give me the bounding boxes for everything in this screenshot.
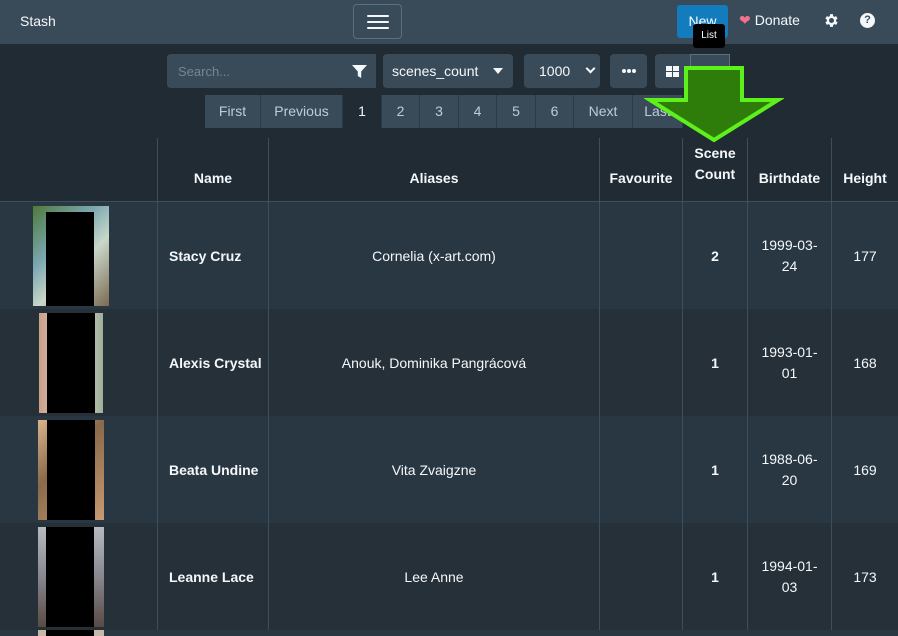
header-birthdate[interactable]: Birthdate [747,138,831,202]
aliases-cell: Cornelia (x-art.com) [268,202,599,309]
caret-down-icon [493,68,503,74]
table-row: Beata Undine Vita Zvaigzne 1 1988-06- 20 … [0,416,898,523]
performer-image[interactable] [38,420,104,520]
redaction-bar [46,630,94,636]
performer-name-link[interactable]: Leanne Lace [157,523,268,630]
header-scene-count[interactable]: Scene Count [682,138,747,202]
table-header: Name Aliases Favourite Scene Count Birth… [0,138,898,202]
header-scene-count-line1: Scene [694,144,736,161]
header-favourite[interactable]: Favourite [599,138,682,202]
performer-image[interactable] [33,206,109,306]
heart-icon: ❤ [739,12,751,28]
page-next-button[interactable]: Next [574,95,633,128]
birthdate-cell: 1999-03- 24 [747,202,831,309]
table-row [0,630,898,636]
favourite-cell [599,523,682,630]
header-height[interactable]: Height [831,138,898,202]
hamburger-icon[interactable] [353,4,402,39]
page-3-button[interactable]: 3 [420,95,459,128]
scene-count-cell[interactable]: 1 [682,523,747,630]
aliases-cell: Lee Anne [268,523,599,630]
performer-image[interactable] [38,630,104,636]
performer-image[interactable] [39,313,103,413]
tooltip: List [693,24,725,48]
page-first-button[interactable]: First [205,95,261,128]
header-aliases[interactable]: Aliases [268,138,599,202]
donate-button[interactable]: ❤ Donate [739,12,800,29]
page-4-button[interactable]: 4 [459,95,497,128]
scene-count-cell[interactable]: 1 [682,416,747,523]
height-cell: 168 [831,309,898,416]
sort-select[interactable]: scenes_count [383,54,513,88]
birthdate-cell: 1993-01- 01 [747,309,831,416]
page-previous-button[interactable]: Previous [261,95,343,128]
table-row: Leanne Lace Lee Anne 1 1994-01- 03 173 [0,523,898,630]
height-cell: 169 [831,416,898,523]
page-1-button[interactable]: 1 [343,95,382,128]
header-name[interactable]: Name [157,138,268,202]
redaction-bar [47,420,95,520]
per-page-value: 1000 [539,63,571,79]
redaction-bar [46,527,94,627]
birthdate-cell: 1988-06- 20 [747,416,831,523]
navbar: Stash New ❤ Donate ? [0,0,898,44]
down-arrow-overlay [644,66,784,143]
favourite-cell [599,416,682,523]
performer-name-link[interactable]: Stacy Cruz [157,202,268,309]
performer-image[interactable] [38,527,104,627]
height-cell: 173 [831,523,898,630]
sort-value: scenes_count [392,63,479,79]
help-icon[interactable]: ? [860,13,875,28]
header-scene-count-line2: Count [694,165,736,182]
performer-name-link[interactable]: Beata Undine [157,416,268,523]
filter-icon[interactable] [343,54,376,88]
search-box [167,54,376,88]
search-input[interactable] [167,54,337,88]
donate-label: Donate [754,12,800,28]
favourite-cell [599,309,682,416]
table-row: Stacy Cruz Cornelia (x-art.com) 2 1999-0… [0,202,898,309]
page-2-button[interactable]: 2 [382,95,420,128]
redaction-bar [47,313,95,413]
favourite-cell [599,202,682,309]
gear-icon[interactable] [823,12,840,29]
per-page-select[interactable]: 1000 [524,54,600,88]
chevron-down-icon [585,63,596,74]
pagination: First Previous 1 2 3 4 5 6 Next Last [205,95,683,128]
more-options-button[interactable] [610,54,647,88]
birthdate-cell: 1994-01- 03 [747,523,831,630]
redaction-bar [46,212,94,306]
aliases-cell: Anouk, Dominika Pangrácová [268,309,599,416]
page-6-button[interactable]: 6 [536,95,574,128]
aliases-cell: Vita Zvaigzne [268,416,599,523]
scene-count-cell[interactable]: 1 [682,309,747,416]
performer-name-link[interactable]: Alexis Crystal [157,309,268,416]
scene-count-cell[interactable]: 2 [682,202,747,309]
brand-link[interactable]: Stash [20,13,56,29]
table-row: Alexis Crystal Anouk, Dominika Pangrácov… [0,309,898,416]
height-cell: 177 [831,202,898,309]
page-5-button[interactable]: 5 [497,95,536,128]
